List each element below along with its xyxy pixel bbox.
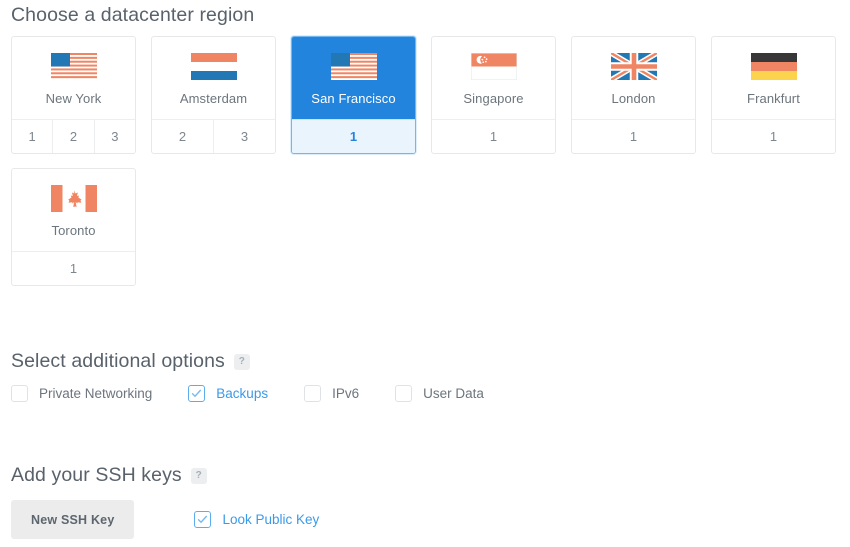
region-slot-option[interactable]: 3 [213,120,275,153]
region-slot-list: 1 [432,119,555,153]
check-box-backups[interactable] [188,385,206,402]
option-label: Private Networking [39,386,153,401]
us-flag-icon [50,52,97,80]
ssh-section-heading: Add your SSH keys ? [11,464,207,487]
region-card-toronto[interactable]: Toronto 1 [11,168,136,286]
region-card-name: London [611,90,656,106]
additional-options-row: Private Networking Backups IPv6 User Data [11,385,484,402]
region-slot-list: 1 [572,119,695,153]
check-box-private-networking[interactable] [11,385,28,402]
region-card-name: Frankfurt [747,90,800,106]
option-checkbox-item-user-data[interactable]: User Data [395,385,484,402]
region-slot-option[interactable]: 1 [432,120,555,153]
help-icon-ssh[interactable]: ? [190,467,207,484]
nl-flag-icon [190,52,237,80]
help-icon-options[interactable]: ? [233,353,250,370]
option-label: User Data [423,386,484,401]
check-box-user-data[interactable] [395,385,413,402]
region-slot-option[interactable]: 1 [572,120,695,153]
region-card-header[interactable]: London [572,37,695,119]
option-label: IPv6 [332,386,360,401]
de-flag-icon [750,52,797,80]
options-section-heading: Select additional options ? [11,350,250,373]
region-card-header[interactable]: Singapore [432,37,555,119]
ssh-public-key-checkbox-item[interactable]: Look Public Key [194,511,319,528]
options-heading-label: Select additional options [11,350,225,372]
region-slot-option[interactable]: 1 [712,120,835,153]
option-checkbox-item-private-networking[interactable]: Private Networking [11,385,152,402]
region-card-frankfurt[interactable]: Frankfurt 1 [711,36,836,154]
region-card-amsterdam[interactable]: Amsterdam 2 3 [151,36,276,154]
region-card-name: Toronto [51,222,96,238]
region-slot-option[interactable]: 1 [12,252,135,285]
region-card-header[interactable]: New York [12,37,135,119]
region-card-san-francisco[interactable]: San Francisco 1 [291,36,416,154]
region-card-name: Amsterdam [179,90,248,106]
region-card-new-york[interactable]: New York 1 2 3 [11,36,136,154]
region-slot-option[interactable]: 2 [52,120,93,153]
us-flag-icon [330,52,377,80]
checkmark-icon [198,515,208,523]
region-slot-list: 1 [12,251,135,285]
gb-flag-icon [610,52,657,80]
region-heading-label: Choose a datacenter region [11,4,255,26]
region-card-name: Singapore [463,90,524,106]
ssh-heading-label: Add your SSH keys [11,464,182,486]
region-slot-option[interactable]: 2 [152,120,213,153]
ca-flag-icon [50,184,97,212]
region-card-header[interactable]: Toronto [12,169,135,251]
ssh-keys-row: New SSH Key Look Public Key [11,500,319,539]
option-checkbox-item-backups[interactable]: Backups [188,385,268,402]
region-card-grid: New York 1 2 3 Amsterdam 2 3 San Francisco 1 Sing… [11,36,841,286]
check-box-public-key[interactable] [194,511,212,528]
region-slot-list: 1 [712,119,835,153]
check-box-ipv6[interactable] [304,385,322,402]
region-section-heading: Choose a datacenter region [11,4,254,27]
ssh-public-key-label: Look Public Key [222,512,320,527]
region-card-header[interactable]: San Francisco [292,37,415,119]
option-checkbox-item-ipv6[interactable]: IPv6 [304,385,359,402]
new-ssh-key-button[interactable]: New SSH Key [11,500,135,539]
option-label: Backups [216,386,269,401]
region-card-header[interactable]: Amsterdam [152,37,275,119]
region-slot-list: 23 [152,119,275,153]
region-slot-list: 1 [292,119,415,153]
checkmark-icon [192,389,202,397]
region-slot-option[interactable]: 3 [93,120,135,153]
region-slot-option[interactable]: 1 [12,120,52,153]
region-slot-list: 123 [12,119,135,153]
region-card-header[interactable]: Frankfurt [712,37,835,119]
region-card-singapore[interactable]: Singapore 1 [431,36,556,154]
region-card-name: New York [45,90,102,106]
sg-flag-icon [470,52,517,80]
region-card-london[interactable]: London 1 [571,36,696,154]
region-card-name: San Francisco [311,90,396,106]
region-slot-option[interactable]: 1 [292,120,415,153]
